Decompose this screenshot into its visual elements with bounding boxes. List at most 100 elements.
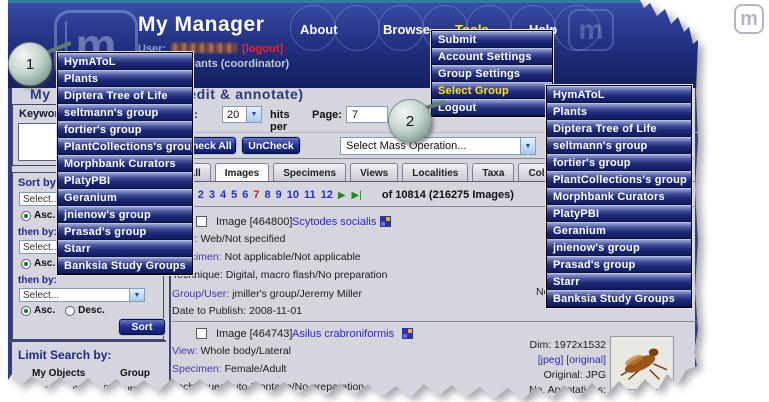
group-menu-item[interactable]: jnienow's group bbox=[547, 239, 691, 256]
group-menu-item[interactable]: Plants bbox=[58, 70, 192, 87]
group-menu-item[interactable]: Morphbank Curators bbox=[58, 155, 192, 172]
contributor-checkbox[interactable] bbox=[24, 385, 34, 395]
jpeg-link[interactable]: [jpeg] bbox=[538, 354, 564, 366]
view-field-value: Web/Not specified bbox=[201, 233, 286, 245]
page: m My Manager User:[logout] Group:Plants … bbox=[0, 0, 769, 402]
entry-divider bbox=[172, 321, 698, 322]
page-number-link[interactable]: 8 bbox=[264, 189, 270, 201]
group-menu-item[interactable]: HymAToL bbox=[547, 86, 691, 103]
pagination: ◀ 23456789101112 ▶ ▶| of 10814 (216275 I… bbox=[184, 189, 514, 201]
specimen-field-value: Female/Adult bbox=[225, 363, 287, 375]
group-menu-item[interactable]: Plants bbox=[547, 103, 691, 120]
tab-taxa[interactable]: Taxa bbox=[472, 163, 514, 182]
page-number-link[interactable]: 2 bbox=[198, 189, 204, 201]
group-menu-item[interactable]: Morphbank Curators bbox=[547, 188, 691, 205]
group-user-field-label[interactable]: Group/User: bbox=[172, 396, 229, 402]
original-format: Original: JPG bbox=[470, 369, 606, 381]
chevron-down-icon[interactable]: ▼ bbox=[246, 107, 261, 122]
specimen-field-label[interactable]: Specimen: bbox=[172, 363, 222, 375]
uncheck-button[interactable]: UnCheck bbox=[242, 137, 300, 154]
annotation-icon[interactable] bbox=[380, 216, 391, 227]
group-menu-item[interactable]: jnienow's group bbox=[58, 206, 192, 223]
page-number-link[interactable]: 7 bbox=[253, 189, 259, 201]
group-menu-item[interactable]: Geranium bbox=[547, 222, 691, 239]
nav-browse[interactable]: Browse bbox=[383, 22, 430, 37]
annotation-icon[interactable] bbox=[402, 328, 413, 339]
group-menu-item[interactable]: seltmann's group bbox=[58, 104, 192, 121]
group-menu-item[interactable]: PlantCollections's group bbox=[58, 138, 192, 155]
group-menu-item[interactable]: fortier's group bbox=[547, 154, 691, 171]
next-page-icon[interactable]: ▶ bbox=[338, 190, 346, 201]
image-species-link[interactable]: Asilus crabroniformis bbox=[292, 328, 394, 340]
hits-per-page-value: 20 bbox=[227, 109, 239, 121]
group-menu-item[interactable]: seltmann's group bbox=[547, 137, 691, 154]
group-menu-item[interactable]: Prasad's group bbox=[547, 256, 691, 273]
date-publish-field-value: 2008-11-01 bbox=[249, 305, 302, 317]
field-row: View:Whole body/Lateral bbox=[172, 345, 291, 357]
asc-radio[interactable] bbox=[21, 259, 31, 269]
sort-select-1-value: Select... bbox=[23, 194, 59, 205]
page-number-link[interactable]: 10 bbox=[287, 189, 299, 201]
entry-checkbox[interactable] bbox=[196, 328, 207, 339]
tab-views[interactable]: Views bbox=[350, 163, 398, 182]
view-field-label[interactable]: View: bbox=[172, 345, 198, 357]
page-number-link[interactable]: 12 bbox=[321, 189, 333, 201]
chevron-down-icon[interactable]: ▼ bbox=[129, 289, 144, 301]
annotations-count: No. Annotations: bbox=[470, 384, 606, 396]
tools-menu-submit[interactable]: Submit bbox=[432, 31, 552, 48]
callout-1-number: 1 bbox=[26, 56, 34, 73]
group-menu-item[interactable]: Diptera Tree of Life bbox=[58, 87, 192, 104]
last-page-icon[interactable]: ▶| bbox=[352, 190, 362, 201]
group-user-field-value: kholston's group/Kevin Holston bbox=[232, 396, 376, 402]
chevron-down-icon[interactable]: ▼ bbox=[520, 138, 535, 154]
group-menu-item[interactable]: PlantCollections's group bbox=[547, 171, 691, 188]
desc-radio[interactable] bbox=[65, 306, 75, 316]
sort-select-3-value: Select... bbox=[23, 290, 59, 301]
hits-per-page-select[interactable]: 20 ▼ bbox=[222, 106, 262, 123]
asc-radio[interactable] bbox=[21, 211, 31, 221]
page-number-link[interactable]: 3 bbox=[209, 189, 215, 201]
tools-menu-group-settings[interactable]: Group Settings bbox=[432, 65, 552, 82]
tab-specimens[interactable]: Specimens bbox=[273, 163, 346, 182]
then-by-label: then by: bbox=[18, 227, 57, 238]
page-number-input[interactable]: 7 bbox=[346, 106, 388, 123]
mass-operation-select[interactable]: Select Mass Operation... ▼ bbox=[340, 137, 536, 155]
group-menu-item[interactable]: Prasad's group bbox=[58, 223, 192, 240]
tab-localities[interactable]: Localities bbox=[402, 163, 468, 182]
current-checkbox[interactable] bbox=[104, 385, 114, 395]
entry-checkbox[interactable] bbox=[196, 216, 207, 227]
group-menu-item[interactable]: Banksia Study Groups bbox=[547, 290, 691, 307]
technique-field-value: Digital, macro flash/No preparation bbox=[226, 269, 388, 281]
logout-link[interactable]: [logout] bbox=[242, 43, 283, 55]
group-menu-item[interactable]: PlatyPBI bbox=[58, 172, 192, 189]
sort-button[interactable]: Sort bbox=[119, 319, 165, 335]
image-thumbnail[interactable] bbox=[610, 336, 674, 390]
asc-radio[interactable] bbox=[21, 306, 31, 316]
page-number-link[interactable]: 4 bbox=[220, 189, 226, 201]
group-menu-item[interactable]: Starr bbox=[58, 240, 192, 257]
image-id: Image [464743] bbox=[216, 328, 292, 340]
group-menu-item[interactable]: fortier's group bbox=[58, 121, 192, 138]
tools-menu-select-group[interactable]: Select Group bbox=[432, 82, 552, 99]
group-menu-item[interactable]: Geranium bbox=[58, 189, 192, 206]
group-menu-item[interactable]: Starr bbox=[547, 273, 691, 290]
sort-select-3[interactable]: Select... ▼ bbox=[19, 288, 145, 302]
group-menu-item[interactable]: Banksia Study Groups bbox=[58, 257, 192, 274]
nav-decor-circle bbox=[334, 5, 380, 51]
group-menu-item[interactable]: Diptera Tree of Life bbox=[547, 120, 691, 137]
group-menu-item[interactable]: PlatyPBI bbox=[547, 205, 691, 222]
nav-about[interactable]: About bbox=[300, 22, 338, 37]
image-dimensions: Dim: 1972x1532 bbox=[470, 339, 606, 351]
original-link[interactable]: [original] bbox=[566, 354, 606, 366]
group-menu-item[interactable]: HymAToL bbox=[58, 53, 192, 70]
image-species-link[interactable]: Scytodes socialis bbox=[292, 216, 376, 228]
page-number-link[interactable]: 5 bbox=[231, 189, 237, 201]
tools-menu-logout[interactable]: Logout bbox=[432, 99, 552, 116]
tools-menu-account-settings[interactable]: Account Settings bbox=[432, 48, 552, 65]
page-number-link[interactable]: 11 bbox=[304, 189, 316, 201]
page-number-link[interactable]: 9 bbox=[276, 189, 282, 201]
page-number-link[interactable]: 6 bbox=[242, 189, 248, 201]
image-id: Image [464800] bbox=[216, 216, 292, 228]
group-user-field-label[interactable]: Group/User: bbox=[172, 288, 229, 300]
tab-images[interactable]: Images bbox=[215, 163, 269, 182]
